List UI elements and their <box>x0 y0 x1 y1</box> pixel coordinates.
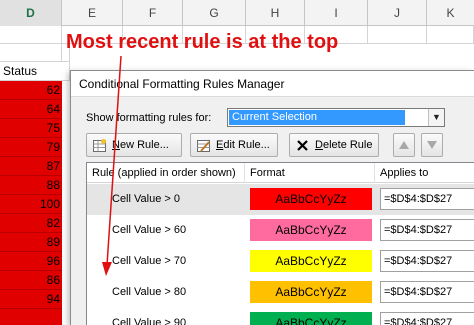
annotation-text: Most recent rule is at the top <box>66 31 339 53</box>
